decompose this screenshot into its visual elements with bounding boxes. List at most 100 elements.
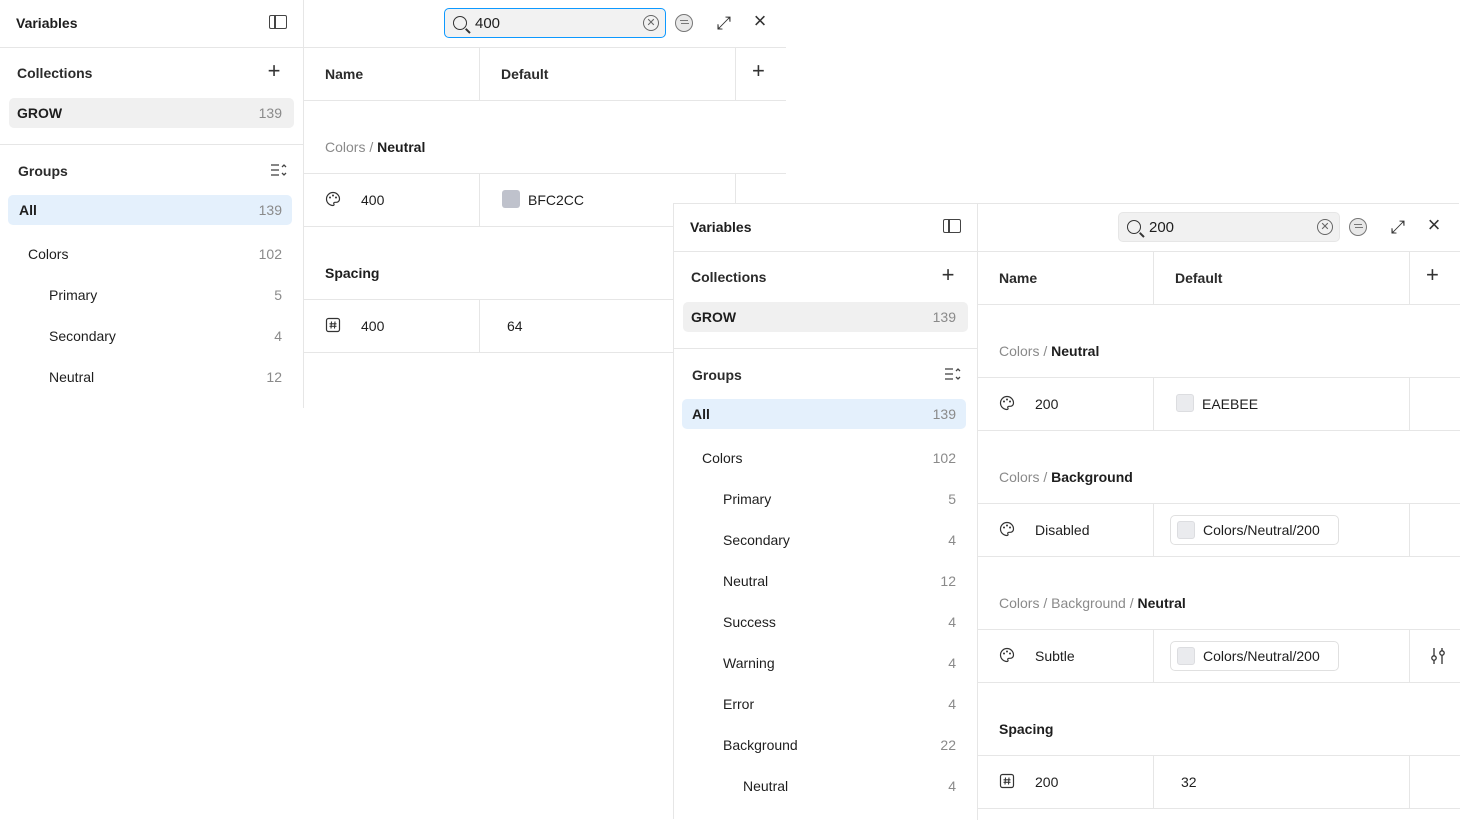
close-icon[interactable]: ×	[1425, 214, 1443, 236]
column-divider	[1153, 252, 1154, 304]
color-swatch	[1176, 394, 1194, 412]
group-count: 4	[948, 614, 956, 630]
group-path: Spacing	[999, 721, 1054, 737]
search-value: 200	[1149, 219, 1175, 236]
column-divider	[1153, 504, 1154, 556]
group-item-warning[interactable]: Warning 4	[682, 645, 966, 686]
group-path: Colors / Background	[999, 469, 1133, 485]
group-item-colors[interactable]: Colors 102	[8, 236, 292, 277]
group-item-all[interactable]: All 139	[8, 195, 292, 225]
group-item-error[interactable]: Error 4	[682, 686, 966, 727]
filter-icon[interactable]	[675, 14, 693, 32]
group-label: Error	[723, 696, 755, 712]
variable-row[interactable]: Subtle Colors/Neutral/200	[978, 630, 1460, 683]
group-item-secondary[interactable]: Secondary 4	[8, 318, 292, 359]
sidebar-toggle-icon[interactable]	[943, 219, 961, 233]
sidebar: Variables Collections + GROW 139 Groups …	[0, 0, 304, 408]
group-item-all[interactable]: All 139	[682, 399, 966, 429]
search-input[interactable]: 200 ✕	[1118, 212, 1340, 242]
variables-panel-b: Variables Collections + GROW 139 Groups …	[674, 204, 1460, 820]
alias-pill[interactable]: Colors/Neutral/200	[1170, 641, 1339, 671]
toolbar: 200 ✕ ⤢ ×	[978, 204, 1460, 252]
group-count: 4	[948, 696, 956, 712]
group-item-primary[interactable]: Primary 5	[682, 481, 966, 522]
column-default-header: Default	[1175, 270, 1223, 286]
column-divider	[1409, 378, 1410, 430]
search-icon	[453, 16, 467, 30]
sidebar-toggle-icon[interactable]	[269, 15, 287, 29]
column-divider	[1409, 504, 1410, 556]
sort-groups-icon[interactable]	[945, 367, 961, 381]
group-item-neutral[interactable]: Neutral 12	[8, 359, 292, 400]
color-swatch	[1177, 647, 1195, 665]
group-item-background[interactable]: Background 22	[682, 727, 966, 768]
color-swatch	[1177, 521, 1195, 539]
group-count: 4	[274, 328, 282, 344]
variable-row[interactable]: Disabled Colors/Neutral/200	[978, 504, 1460, 557]
variable-value[interactable]: 32	[1181, 774, 1197, 790]
group-item-primary[interactable]: Primary 5	[8, 277, 292, 318]
column-name-header: Name	[325, 66, 364, 82]
add-mode-button[interactable]: +	[752, 60, 765, 82]
variable-row[interactable]: 200 EAEBEE	[978, 378, 1460, 431]
clear-search-icon[interactable]: ✕	[643, 15, 659, 31]
group-title: Colors / Background	[978, 431, 1460, 504]
add-collection-button[interactable]: +	[265, 60, 283, 82]
hash-box-icon	[325, 317, 341, 333]
sidebar-header: Variables	[0, 0, 303, 48]
variable-value[interactable]: EAEBEE	[1202, 396, 1258, 412]
group-item-background-neutral[interactable]: Neutral 4	[682, 768, 966, 809]
group-list: All 139 Colors 102 Primary 5 Secondary 4…	[674, 399, 977, 809]
groups-label: Groups	[692, 367, 742, 383]
search-input[interactable]: 400 ✕	[444, 8, 666, 38]
group-label: Neutral	[743, 778, 789, 794]
group-label: Primary	[723, 491, 772, 507]
variable-value[interactable]: BFC2CC	[528, 192, 584, 208]
sidebar-title: Variables	[16, 15, 78, 31]
clear-search-icon[interactable]: ✕	[1317, 219, 1333, 235]
close-icon[interactable]: ×	[751, 10, 769, 32]
group-path: Colors / Background / Neutral	[999, 595, 1186, 611]
group-item-secondary[interactable]: Secondary 4	[682, 522, 966, 563]
search-icon	[1127, 220, 1141, 234]
add-collection-button[interactable]: +	[939, 264, 957, 286]
group-label: Colors	[28, 246, 69, 262]
alias-value: Colors/Neutral/200	[1203, 648, 1320, 664]
group-count: 102	[258, 246, 282, 262]
variable-name: 400	[361, 192, 385, 208]
collection-count: 139	[258, 105, 282, 121]
column-divider	[1409, 630, 1410, 682]
collection-item[interactable]: GROW 139	[9, 98, 294, 128]
variables-panel-a: Variables Collections + GROW 139 Groups …	[0, 0, 786, 408]
group-item-colors[interactable]: Colors 102	[682, 440, 966, 481]
expand-icon[interactable]: ⤢	[1389, 218, 1407, 236]
groups-label: Groups	[18, 163, 68, 179]
collections-label: Collections	[691, 269, 767, 285]
group-count: 139	[258, 202, 282, 218]
variable-name: 400	[361, 318, 385, 334]
toolbar: 400 ✕ ⤢ ×	[304, 0, 786, 48]
filter-icon[interactable]	[1349, 218, 1367, 236]
variable-value[interactable]: 64	[507, 318, 523, 334]
group-item-success[interactable]: Success 4	[682, 604, 966, 645]
group-label: Neutral	[723, 573, 769, 589]
edit-variable-icon[interactable]	[1428, 646, 1448, 666]
hash-box-icon	[999, 773, 1015, 789]
add-mode-button[interactable]: +	[1426, 264, 1439, 286]
alias-pill[interactable]: Colors/Neutral/200	[1170, 515, 1339, 545]
group-item-neutral[interactable]: Neutral 12	[682, 563, 966, 604]
group-count: 12	[940, 573, 956, 589]
palette-icon	[999, 395, 1015, 411]
group-label: Success	[723, 614, 776, 630]
variable-name: 200	[1035, 396, 1059, 412]
column-default-header: Default	[501, 66, 549, 82]
table-header: Name Default +	[304, 48, 786, 101]
sort-groups-icon[interactable]	[271, 163, 287, 177]
group-label: All	[19, 202, 37, 218]
group-label: Background	[723, 737, 798, 753]
column-name-header: Name	[999, 270, 1038, 286]
expand-icon[interactable]: ⤢	[715, 14, 733, 32]
collection-item[interactable]: GROW 139	[683, 302, 968, 332]
collections-header: Collections +	[0, 48, 303, 98]
variable-row[interactable]: 200 32	[978, 756, 1460, 809]
